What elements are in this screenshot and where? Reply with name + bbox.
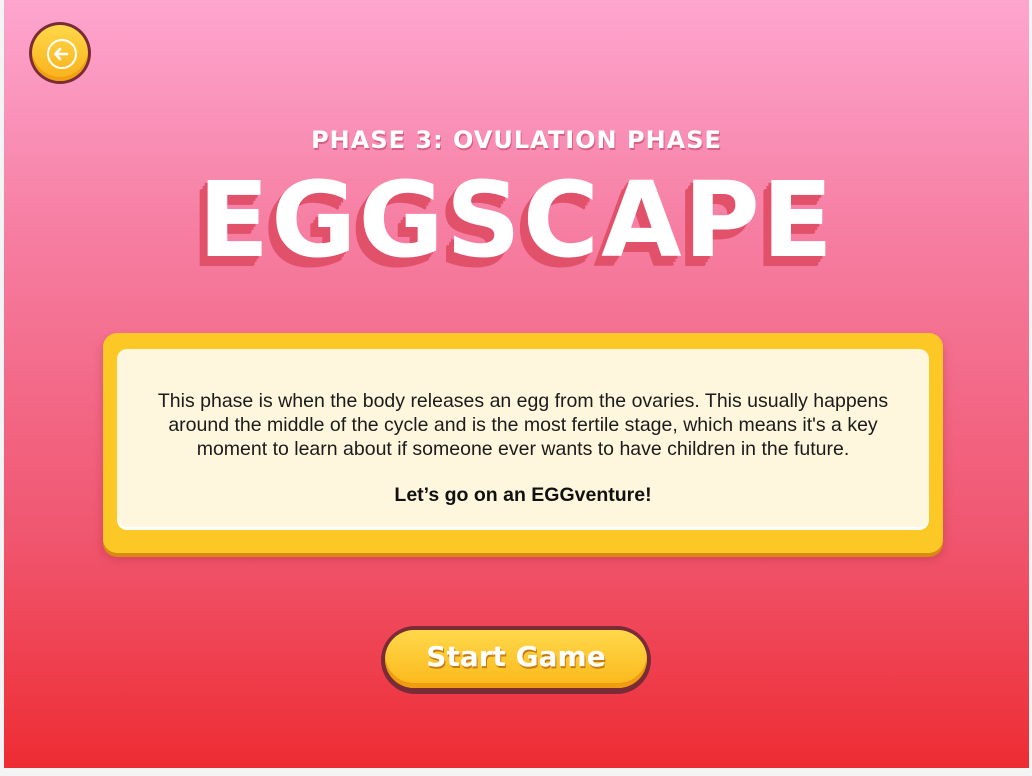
back-button[interactable]	[29, 22, 91, 84]
phase-title: PHASE 3: OVULATION PHASE	[311, 126, 722, 154]
info-panel-body: This phase is when the body releases an …	[117, 349, 929, 527]
arrow-left-icon	[47, 39, 77, 69]
back-button-face	[32, 25, 88, 81]
phase-description: This phase is when the body releases an …	[157, 390, 889, 460]
start-game-button[interactable]: Start Game	[381, 626, 651, 694]
start-game-label: Start Game	[426, 640, 606, 673]
game-title: EGGSCAPE	[198, 159, 835, 281]
call-to-action: Let’s go on an EGGventure!	[394, 484, 652, 506]
game-intro-screen: PHASE 3: OVULATION PHASE EGGSCAPE This p…	[4, 0, 1029, 768]
info-panel: This phase is when the body releases an …	[103, 333, 943, 553]
